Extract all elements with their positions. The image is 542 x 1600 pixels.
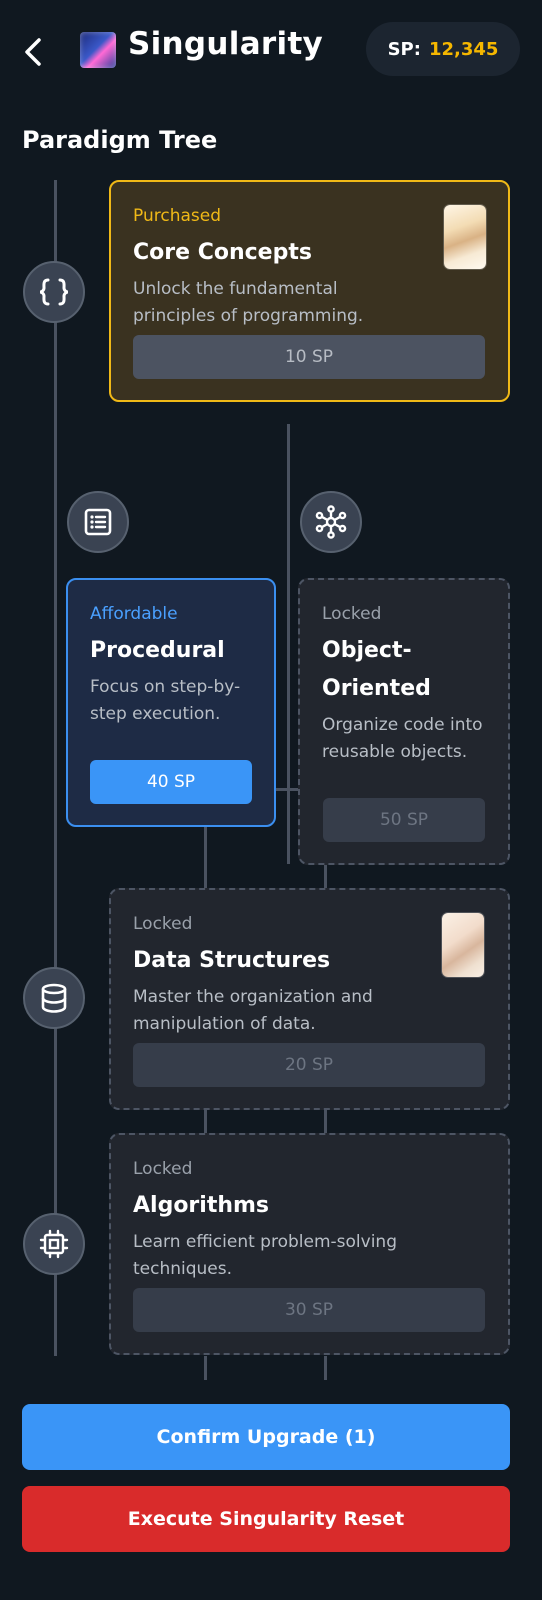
tree-connector-line	[204, 1110, 207, 1134]
card-title: Object-Oriented	[322, 638, 431, 701]
app-logo-image	[80, 32, 116, 68]
card-object-oriented[interactable]: Locked Object-Oriented Organize code int…	[298, 578, 510, 865]
card-data-structures[interactable]: Locked Data Structures Master the organi…	[109, 888, 510, 1110]
card-cost-button[interactable]: 50 SP	[323, 798, 485, 842]
node-data-structures[interactable]	[23, 967, 85, 1029]
sp-balance-badge: SP: 12,345	[366, 22, 520, 76]
card-procedural[interactable]: Affordable Procedural Focus on step-by-s…	[66, 578, 276, 827]
chevron-left-icon	[25, 38, 41, 66]
tree-trunk-line	[54, 180, 57, 1356]
tree-connector-line	[204, 826, 207, 888]
database-icon	[41, 983, 67, 1013]
app-header: Singularity SP: 12,345	[0, 0, 542, 110]
sp-label: SP:	[387, 38, 421, 60]
card-cost-button[interactable]: 10 SP	[133, 335, 485, 379]
card-status: Locked	[133, 1159, 193, 1179]
card-title: Algorithms	[133, 1193, 270, 1218]
sp-value: 12,345	[428, 38, 499, 60]
code-braces-icon	[39, 278, 69, 306]
cpu-chip-icon	[39, 1229, 69, 1259]
card-description: Master the organization and manipulation…	[133, 987, 373, 1034]
app-title: Singularity	[128, 26, 324, 62]
card-title: Procedural	[90, 638, 225, 663]
card-cost-button[interactable]: 20 SP	[133, 1043, 485, 1087]
card-cost-button[interactable]: 30 SP	[133, 1288, 485, 1332]
tree-branch-line	[287, 424, 290, 864]
node-core-concepts[interactable]	[23, 261, 85, 323]
card-title: Core Concepts	[133, 240, 312, 265]
confirm-upgrade-button[interactable]: Confirm Upgrade (1)	[22, 1404, 510, 1470]
card-status: Locked	[322, 604, 382, 624]
card-thumbnail-image	[442, 913, 484, 977]
card-core-concepts[interactable]: Purchased Core Concepts Unlock the funda…	[109, 180, 510, 402]
card-status: Locked	[133, 914, 193, 934]
tree-connector-line	[204, 1356, 207, 1380]
node-algorithms[interactable]	[23, 1213, 85, 1275]
node-procedural[interactable]	[67, 491, 129, 553]
card-description: Learn efficient problem-solving techniqu…	[133, 1232, 397, 1279]
card-status: Affordable	[90, 604, 178, 624]
card-algorithms[interactable]: Locked Algorithms Learn efficient proble…	[109, 1133, 510, 1355]
back-button[interactable]	[18, 34, 48, 70]
card-thumbnail-image	[444, 205, 486, 269]
tree-connector-line	[324, 864, 327, 888]
card-description: Unlock the fundamental principles of pro…	[133, 279, 364, 326]
card-description: Focus on step-by-step execution.	[90, 677, 241, 724]
tree-connector-line	[275, 788, 299, 791]
node-object-oriented[interactable]	[300, 491, 362, 553]
network-hub-icon	[315, 505, 347, 539]
singularity-reset-button[interactable]: Execute Singularity Reset	[22, 1486, 510, 1552]
card-description: Organize code into reusable objects.	[322, 715, 483, 762]
tree-connector-line	[324, 1110, 327, 1134]
card-cost-button[interactable]: 40 SP	[90, 760, 252, 804]
tree-connector-line	[324, 1356, 327, 1380]
card-title: Data Structures	[133, 948, 331, 973]
list-icon	[84, 508, 112, 536]
card-status: Purchased	[133, 206, 221, 226]
section-title: Paradigm Tree	[22, 126, 218, 154]
